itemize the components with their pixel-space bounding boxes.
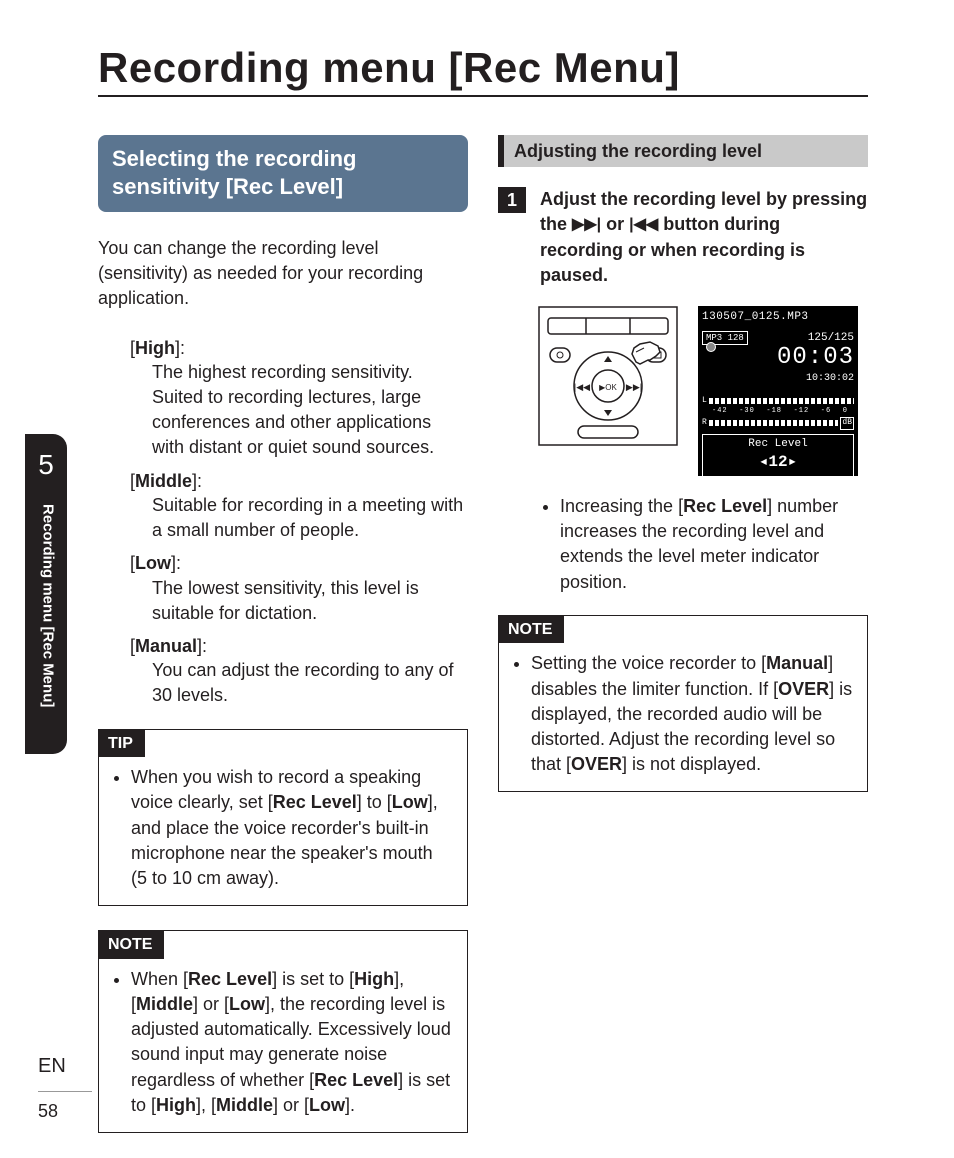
lcd-remaining-time: 10:30:02 [702, 372, 854, 386]
record-indicator-icon [706, 342, 716, 352]
illustration-row: ▶OK |◀◀ ▶▶| 130507_0125.MP3 MP3 128 125/… [538, 306, 868, 476]
note-label-right: NOTE [498, 616, 564, 644]
chapter-label: Recording menu [Rec Menu] [37, 504, 57, 707]
note-box-right: NOTE Setting the voice recorder to [Manu… [498, 615, 868, 793]
note-text-right: Setting the voice recorder to [Manual] d… [531, 651, 853, 777]
section-heading-right: Adjusting the recording level [498, 135, 868, 167]
tip-label: TIP [98, 730, 145, 758]
left-column: Selecting the recording sensitivity [Rec… [98, 135, 468, 1157]
device-button-illustration: ▶OK |◀◀ ▶▶| [538, 306, 678, 446]
lcd-rec-level-value: ◂12▸ [703, 452, 853, 474]
footer-rule [38, 1091, 92, 1092]
rewind-icon: |◀◀ [629, 217, 658, 234]
step-number: 1 [498, 187, 526, 213]
right-column: Adjusting the recording level 1 Adjust t… [498, 135, 868, 816]
info-bullet-list: Increasing the [Rec Level] number increa… [498, 494, 868, 595]
section-heading-left: Selecting the recording sensitivity [Rec… [98, 135, 468, 212]
lcd-filename: 130507_0125.MP3 [702, 311, 809, 323]
option-desc-high: The highest recording sensitivity. Suite… [130, 360, 468, 461]
svg-text:▶OK: ▶OK [599, 383, 617, 392]
page-title: Recording menu [Rec Menu] [98, 40, 680, 97]
option-term-low: [Low]: [130, 551, 468, 575]
options-list: [High]: The highest recording sensitivit… [98, 336, 468, 709]
option-desc-manual: You can adjust the recording to any of 3… [130, 658, 468, 708]
tip-text: When you wish to record a speaking voice… [131, 765, 453, 891]
step-1: 1 Adjust the recording level by pressing… [498, 187, 868, 288]
lcd-elapsed-time: 00:03 [702, 342, 854, 374]
chapter-tab: 5 Recording menu [Rec Menu] [25, 434, 67, 754]
chapter-number: 5 [25, 446, 67, 484]
fast-forward-icon: ▶▶| [572, 217, 601, 234]
note-box-left: NOTE When [Rec Level] is set to [High], … [98, 930, 468, 1133]
svg-text:|◀◀: |◀◀ [574, 382, 590, 392]
option-term-middle: [Middle]: [130, 469, 468, 493]
note-label-left: NOTE [98, 931, 164, 959]
lcd-level-meters: L -42-30-18-12-60 RdB [702, 396, 854, 430]
step-text: Adjust the recording level by pressing t… [540, 187, 868, 288]
language-label: EN [38, 1053, 66, 1080]
svg-text:▶▶|: ▶▶| [626, 382, 642, 392]
option-desc-middle: Suitable for recording in a meeting with… [130, 493, 468, 543]
option-term-manual: [Manual]: [130, 634, 468, 658]
title-rule [98, 95, 868, 97]
lcd-rec-level-label: Rec Level [703, 437, 853, 452]
note-text-left: When [Rec Level] is set to [High], [Midd… [131, 967, 453, 1118]
intro-text: You can change the recording level (sens… [98, 236, 468, 312]
info-bullet: Increasing the [Rec Level] number increa… [560, 494, 868, 595]
option-term-high: [High]: [130, 336, 468, 360]
lcd-screen-illustration: 130507_0125.MP3 MP3 128 125/125 00:03 10… [698, 306, 858, 476]
option-desc-low: The lowest sensitivity, this level is su… [130, 576, 468, 626]
page-number: 58 [38, 1099, 58, 1123]
lcd-rec-level-box: Rec Level ◂12▸ [702, 434, 854, 478]
tip-box: TIP When you wish to record a speaking v… [98, 729, 468, 907]
